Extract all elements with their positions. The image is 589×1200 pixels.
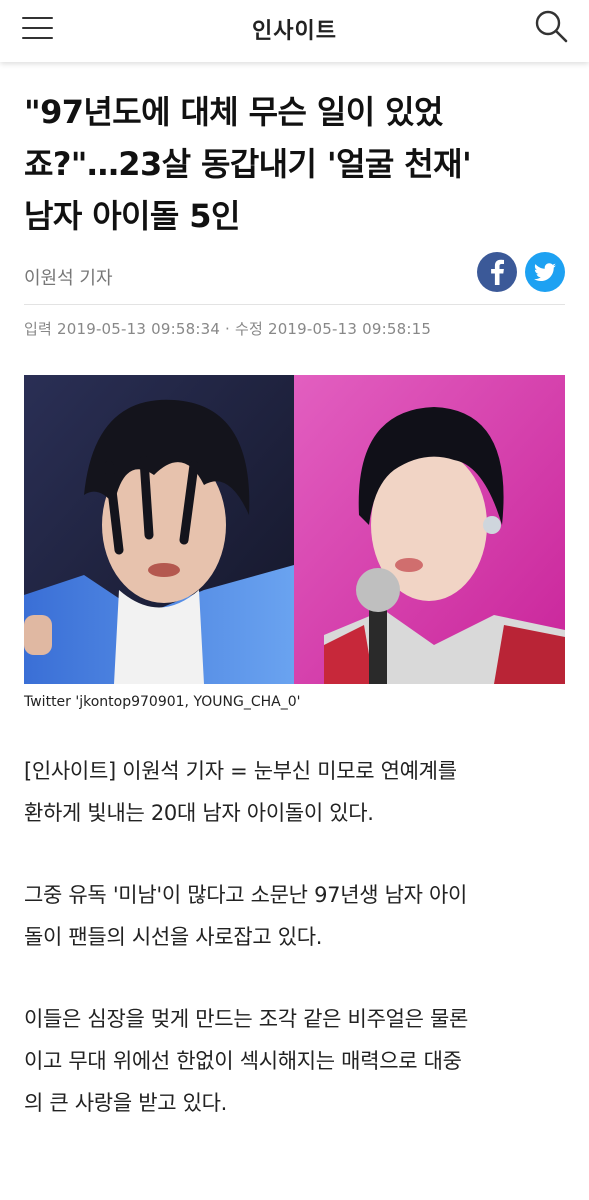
twitter-icon	[534, 263, 556, 281]
reporter-name: 이원석 기자	[24, 268, 113, 289]
search-icon[interactable]	[533, 8, 571, 46]
publish-dates: 입력 2019-05-13 09:58:34 · 수정 2019-05-13 0…	[24, 320, 432, 338]
paragraph-line: 환하게 빛내는 20대 남자 아이돌이 있다.	[24, 801, 374, 825]
share-buttons	[477, 252, 565, 292]
paragraph-line: 돌이 팬들의 시선을 사로잡고 있다.	[24, 925, 323, 949]
article-paragraph: [인사이트] 이원석 기자 = 눈부신 미모로 연예계를 환하게 빛내는 20대…	[24, 750, 565, 834]
paragraph-line: 이들은 심장을 멎게 만드는 조각 같은 비주얼은 물론	[24, 1007, 469, 1031]
twitter-share-button[interactable]	[525, 252, 565, 292]
paragraph-line: 이고 무대 위에선 한없이 섹시해지는 매력으로 대중	[24, 1049, 462, 1073]
left-photo-panel	[24, 375, 294, 684]
paragraph-line: 그중 유독 '미남'이 많다고 소문난 97년생 남자 아이	[24, 883, 468, 907]
facebook-icon	[491, 259, 504, 285]
article-photo[interactable]	[24, 375, 565, 684]
paragraph-line: 의 큰 사랑을 받고 있다.	[24, 1091, 228, 1115]
article-title-line: "97년도에 대체 무슨 일이 있었	[24, 93, 443, 131]
article-title-line: 남자 아이돌 5인	[24, 197, 240, 235]
byline-row: 이원석 기자	[24, 246, 565, 305]
article-title: "97년도에 대체 무슨 일이 있었 죠?"…23살 동갑내기 '얼굴 천재' …	[24, 86, 565, 242]
article-paragraph: 이들은 심장을 멎게 만드는 조각 같은 비주얼은 물론 이고 무대 위에선 한…	[24, 998, 565, 1124]
article: "97년도에 대체 무슨 일이 있었 죠?"…23살 동갑내기 '얼굴 천재' …	[0, 86, 589, 1124]
top-navigation-bar: 인사이트	[0, 0, 589, 62]
article-paragraph: 그중 유독 '미남'이 많다고 소문난 97년생 남자 아이 돌이 팬들의 시선…	[24, 874, 565, 958]
site-logo[interactable]: 인사이트	[0, 13, 589, 45]
photo-caption: Twitter 'jkontop970901, YOUNG_CHA_0'	[24, 694, 301, 710]
article-title-line: 죠?"…23살 동갑내기 '얼굴 천재'	[24, 145, 472, 183]
facebook-share-button[interactable]	[477, 252, 517, 292]
paragraph-line: [인사이트] 이원석 기자 = 눈부신 미모로 연예계를	[24, 759, 457, 783]
right-photo-panel	[294, 375, 565, 684]
article-body: [인사이트] 이원석 기자 = 눈부신 미모로 연예계를 환하게 빛내는 20대…	[24, 750, 565, 1124]
